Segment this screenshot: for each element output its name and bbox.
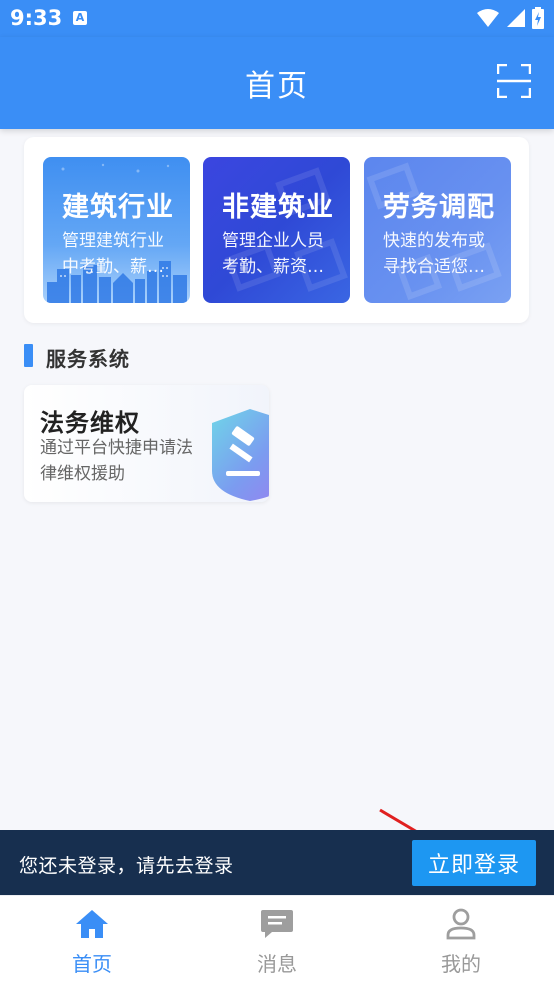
login-banner: 您还未登录，请先去登录 立即登录 [0,830,554,895]
service-title: 法务维权 [40,409,140,437]
industry-desc: 管理建筑行业中考勤、薪… [62,231,164,277]
nav-label: 消息 [257,952,297,976]
home-icon [76,910,108,938]
status-time: 9:33 [10,6,63,30]
page-title: 首页 [245,69,309,104]
login-button[interactable]: 立即登录 [412,840,536,886]
nav-item-profile[interactable]: 我的 [369,896,553,984]
user-icon [446,908,476,940]
login-message: 您还未登录，请先去登录 [19,855,234,877]
scan-icon[interactable] [497,64,531,98]
wifi-icon [477,9,499,27]
industry-title: 非建筑业 [222,192,334,223]
industry-desc: 管理企业人员考勤、薪资… [222,231,324,277]
industry-desc: 快速的发布或寻找合适您… [383,231,485,277]
industry-tile-construction[interactable]: 建筑行业 管理建筑行业中考勤、薪… [43,157,190,303]
status-bar: 9:33 A [0,0,554,37]
gavel-shield-icon [212,409,269,501]
nav-label: 首页 [72,952,112,976]
industry-tile-labor-dispatch[interactable]: 劳务调配 快速的发布或寻找合适您… [364,157,511,303]
notification-icon: A [73,11,87,25]
industry-title: 劳务调配 [383,192,495,223]
message-icon [261,910,293,938]
section-title: 服务系统 [46,347,130,371]
app-bar: 首页 [0,37,554,129]
service-desc: 通过平台快捷申请法律维权援助 [40,438,193,484]
bottom-nav: 首页 消息 我的 [0,895,554,984]
nav-label: 我的 [441,952,481,976]
service-card-legal-rights[interactable]: 法务维权 通过平台快捷申请法律维权援助 [24,385,269,502]
signal-icon [507,9,525,27]
section-accent-bar [24,344,33,367]
industry-card: 建筑行业 管理建筑行业中考勤、薪… 非建筑业 管理企业人员考勤、薪资… 劳务调配… [24,137,529,323]
nav-item-messages[interactable]: 消息 [185,896,369,984]
battery-charging-icon [532,7,544,29]
system-icons [476,7,544,29]
industry-title: 建筑行业 [62,192,174,223]
industry-tile-non-construction[interactable]: 非建筑业 管理企业人员考勤、薪资… [203,157,350,303]
nav-item-home[interactable]: 首页 [0,896,184,984]
